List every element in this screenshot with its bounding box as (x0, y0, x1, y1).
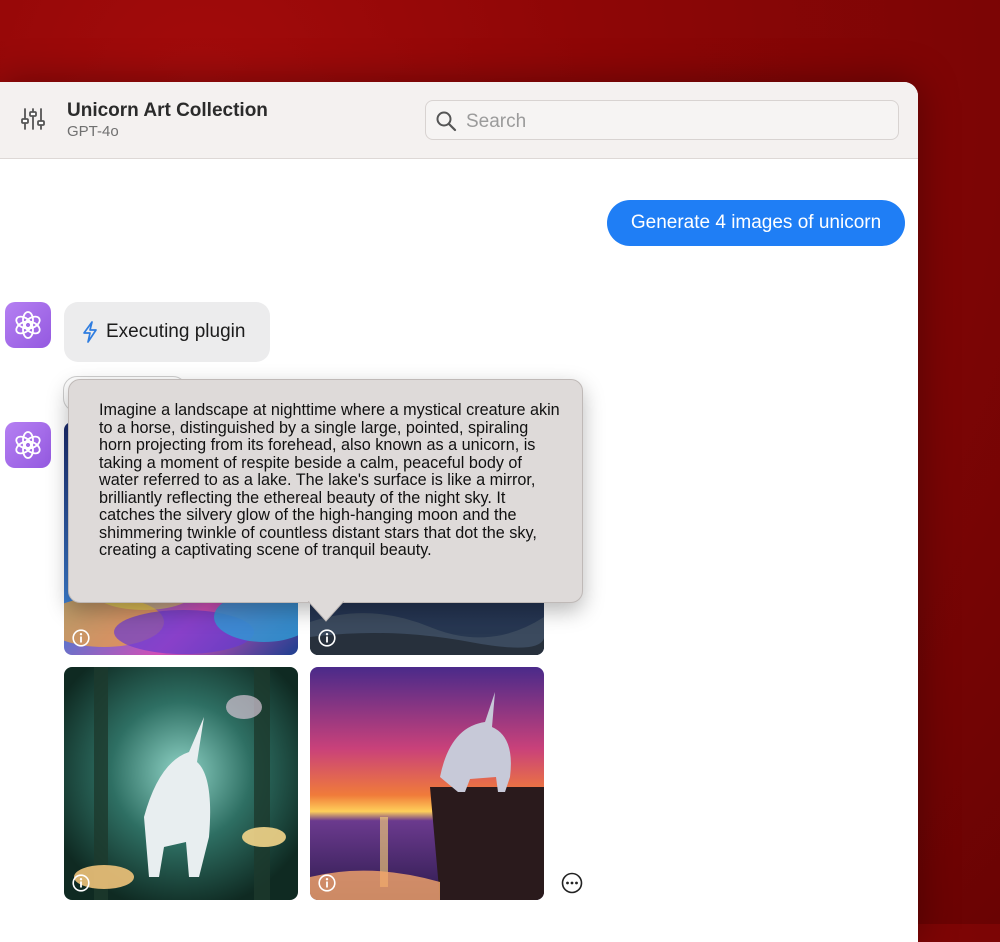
tooltip-text: Imagine a landscape at nighttime where a… (99, 401, 560, 559)
search-input[interactable] (464, 107, 888, 137)
plugin-status-text: Executing plugin (106, 321, 246, 342)
unicorn-image (64, 667, 298, 900)
sliders-icon (21, 108, 45, 130)
info-icon[interactable] (72, 874, 90, 892)
assistant-avatar (5, 302, 51, 348)
settings-button[interactable] (20, 106, 46, 132)
info-icon[interactable] (318, 629, 336, 647)
image-prompt-tooltip: Imagine a landscape at nighttime where a… (68, 379, 583, 603)
tooltip-tail (308, 601, 344, 622)
bolt-icon (83, 321, 97, 343)
unicorn-image (310, 667, 544, 900)
info-icon[interactable] (72, 629, 90, 647)
model-name: GPT-4o (67, 123, 119, 140)
assistant-avatar (5, 422, 51, 468)
openai-logo-icon (15, 431, 41, 459)
generated-image-3[interactable] (64, 667, 298, 900)
user-message[interactable]: Generate 4 images of unicorn (607, 200, 905, 246)
openai-logo-icon (15, 311, 41, 339)
more-options-icon[interactable] (561, 872, 583, 894)
header: Unicorn Art Collection GPT-4o (0, 82, 918, 159)
search-icon (436, 111, 457, 132)
window-title: Unicorn Art Collection (67, 100, 268, 121)
info-icon[interactable] (318, 874, 336, 892)
plugin-status-bubble: Executing plugin (64, 302, 270, 362)
generated-image-4[interactable] (310, 667, 544, 900)
search-box[interactable] (425, 100, 899, 140)
